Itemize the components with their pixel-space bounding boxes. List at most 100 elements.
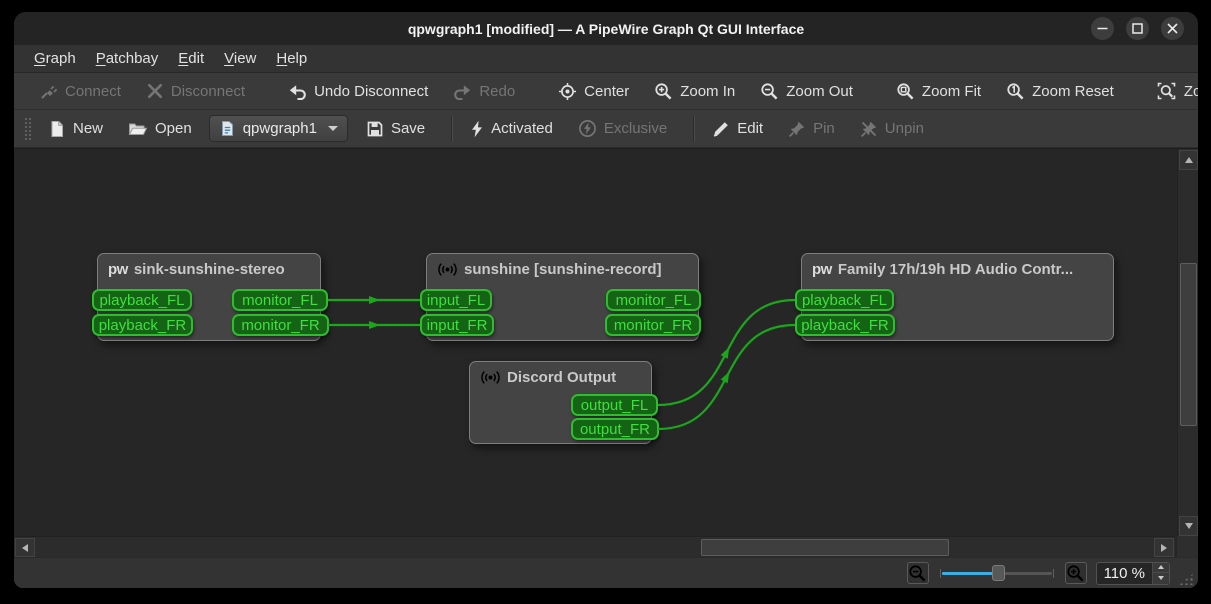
port-monitor-fl[interactable]: monitor_FL <box>606 289 701 311</box>
toolbar-button-zoom-fit[interactable]: Zoom Fit <box>888 77 989 105</box>
menu-item-help[interactable]: Help <box>266 47 317 70</box>
toolbar-button-label: Redo <box>479 82 516 100</box>
toolbar-button-edit[interactable]: Edit <box>704 115 771 143</box>
toolbar-button-label: Center <box>584 82 630 100</box>
zoom-spinbox[interactable]: 110 % <box>1095 561 1170 585</box>
status-zoom-in-icon <box>1066 564 1085 583</box>
toolbar-patchbay: New Open qpwgraph1 Save Activated Exclusive Ed… <box>14 110 1198 148</box>
vertical-scrollbar[interactable] <box>1177 149 1198 537</box>
toolbar-button-zoom-range[interactable]: Zoom Range <box>1149 77 1198 105</box>
port-monitor-fr[interactable]: monitor_FR <box>605 314 701 336</box>
slider-fill <box>941 572 999 575</box>
toolbar-button-zoom-out[interactable]: Zoom Out <box>752 77 861 105</box>
toolbar-handle[interactable] <box>24 116 32 141</box>
stream-icon <box>480 369 501 386</box>
maximize-button[interactable] <box>1126 17 1149 40</box>
menu-item-edit[interactable]: Edit <box>168 47 214 70</box>
node-title: Discord Output <box>507 369 617 386</box>
close-icon <box>1161 17 1184 40</box>
undo-icon <box>288 82 307 100</box>
menu-item-patchbay[interactable]: Patchbay <box>86 47 169 70</box>
zoom-in-icon <box>654 82 673 101</box>
toolbar-button-zoom-reset[interactable]: Zoom Reset <box>998 77 1122 105</box>
toolbar-button-zoom-in[interactable]: Zoom In <box>646 77 743 105</box>
port-output-fl[interactable]: output_FL <box>571 394 658 416</box>
toolbar-button-label: Zoom Range <box>1183 82 1198 100</box>
toolbar-button-undo-disconnect[interactable]: Undo Disconnect <box>280 77 436 105</box>
center-icon <box>558 82 577 101</box>
toolbar-button-new[interactable]: New <box>40 115 111 143</box>
toolbar-button-label: Disconnect <box>170 82 246 100</box>
toolbar-button-save[interactable]: Save <box>358 115 433 143</box>
toolbar-separator <box>693 115 696 142</box>
toolbar-button-label: Zoom Out <box>786 82 853 100</box>
toolbar-button-label: Save <box>390 120 426 137</box>
zoom-range-icon <box>1157 82 1177 101</box>
horizontal-scrollbar[interactable] <box>14 536 1175 557</box>
status-zoom-in-button[interactable] <box>1064 562 1087 584</box>
minimize-icon <box>1091 17 1114 40</box>
toolbar-button-label: Activated <box>491 120 553 137</box>
new-icon <box>48 120 66 138</box>
window-controls <box>1091 17 1184 40</box>
status-zoom-out-button[interactable] <box>906 562 929 584</box>
node-header: pw sink-sunshine-stereo <box>98 254 320 278</box>
port-input-fl[interactable]: input_FL <box>420 289 492 311</box>
toolbar-button-label: Edit <box>737 120 764 137</box>
resize-grip[interactable] <box>1179 572 1195 585</box>
port-playback-fl[interactable]: playback_FL <box>795 289 894 311</box>
toolbar-button-connect[interactable]: Connect <box>32 77 129 105</box>
port-output-fr[interactable]: output_FR <box>571 418 659 440</box>
toolbar-button-exclusive[interactable]: Exclusive <box>570 115 675 143</box>
node-title: Family 17h/19h HD Audio Contr... <box>837 261 1074 278</box>
toolbar-button-pin[interactable]: Pin <box>780 115 843 143</box>
spin-up-icon <box>1158 565 1164 570</box>
minimize-button[interactable] <box>1091 17 1114 40</box>
titlebar[interactable]: qpwgraph1 [modified] — A PipeWire Graph … <box>14 12 1198 45</box>
vertical-scrollbar-thumb[interactable] <box>1180 263 1197 426</box>
pin-icon <box>788 120 806 138</box>
menu-item-graph[interactable]: Graph <box>24 47 86 70</box>
exclusive-icon <box>578 119 597 138</box>
graph-canvas[interactable]: pw sink-sunshine-stereo playback_FL playbac… <box>14 148 1198 557</box>
status-zoom-out-icon <box>908 564 927 583</box>
toolbar-button-label: Zoom Fit <box>921 82 982 100</box>
toolbar-button-label: Zoom In <box>680 82 736 100</box>
scroll-down-button[interactable] <box>1179 516 1198 536</box>
port-monitor-fr[interactable]: monitor_FR <box>232 314 329 336</box>
toolbar-button-label: Unpin <box>884 120 924 137</box>
patchbay-preset-combo[interactable]: qpwgraph1 <box>208 115 348 142</box>
spin-down-button[interactable] <box>1153 573 1169 584</box>
scroll-up-button[interactable] <box>1179 150 1198 170</box>
toolbar-button-label: Zoom Reset <box>1032 82 1114 100</box>
spinbox-buttons <box>1152 562 1169 584</box>
port-playback-fr[interactable]: playback_FR <box>92 314 193 336</box>
scroll-right-button[interactable] <box>1154 538 1174 557</box>
zoom-slider-handle[interactable] <box>992 565 1006 581</box>
toolbar-button-label: Pin <box>813 120 835 137</box>
toolbar-button-unpin[interactable]: Unpin <box>852 115 932 143</box>
patchbay-preset-value: qpwgraph1 <box>242 120 317 137</box>
pipewire-icon: pw <box>108 261 128 278</box>
zoom-slider[interactable] <box>938 564 1056 582</box>
menu-item-view[interactable]: View <box>214 47 266 70</box>
port-monitor-fl[interactable]: monitor_FL <box>232 289 328 311</box>
toolbar-button-activated[interactable]: Activated <box>462 115 561 143</box>
edit-icon <box>712 120 730 138</box>
toolbar-button-label: Undo Disconnect <box>314 82 429 100</box>
chevron-down-icon <box>327 126 338 131</box>
toolbar-button-redo[interactable]: Redo <box>445 77 523 105</box>
toolbar-button-open[interactable]: Open <box>120 115 200 143</box>
port-playback-fr[interactable]: playback_FR <box>795 314 895 336</box>
port-input-fr[interactable]: input_FR <box>420 314 494 336</box>
arrow-left-icon <box>22 543 28 552</box>
edges-layer <box>327 296 796 431</box>
spin-up-button[interactable] <box>1153 562 1169 573</box>
scroll-left-button[interactable] <box>15 538 35 557</box>
close-button[interactable] <box>1161 17 1184 40</box>
toolbar-button-disconnect[interactable]: Disconnect <box>138 77 253 105</box>
horizontal-scrollbar-thumb[interactable] <box>701 539 949 556</box>
toolbar-button-label: Open <box>155 120 192 137</box>
port-playback-fl[interactable]: playback_FL <box>92 289 192 311</box>
toolbar-button-center[interactable]: Center <box>550 77 637 105</box>
